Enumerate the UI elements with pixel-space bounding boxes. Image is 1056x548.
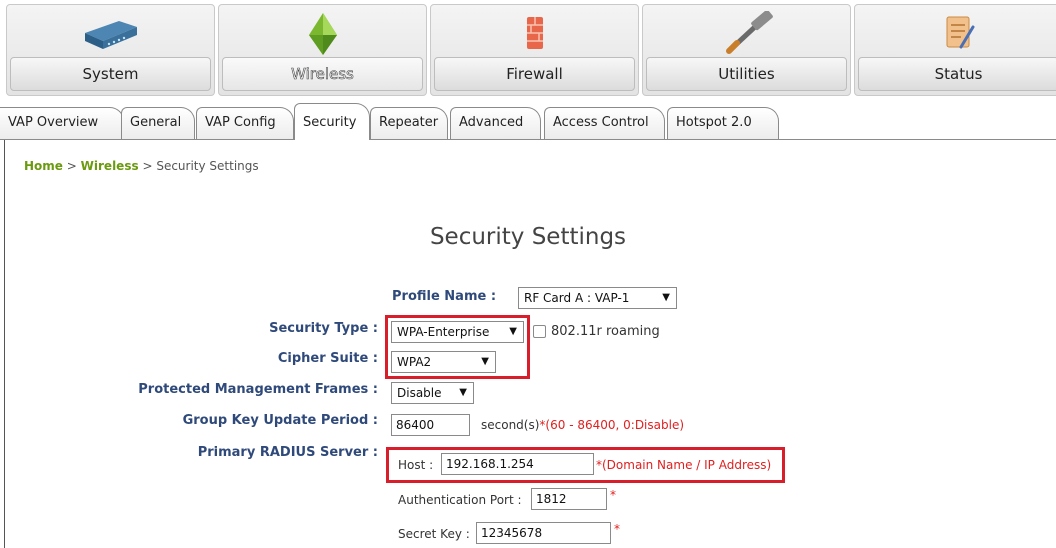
pmf-label: Protected Management Frames : [138,382,378,397]
secret-key-input[interactable]: 12345678 [476,522,611,544]
breadcrumb: Home > Wireless > Security Settings [24,159,259,173]
auth-port-label: Authentication Port : [398,493,522,507]
sub-tab-bar: VAP Overview General VAP Config Security… [0,101,1056,141]
nav-status[interactable]: Status [854,4,1056,96]
nav-utilities[interactable]: Utilities [642,4,851,96]
tab-vap-config[interactable]: VAP Config [196,107,294,139]
roaming-label: 802.11r roaming [551,324,660,339]
nav-firewall-label: Firewall [434,57,635,91]
highlight-box-security [385,315,530,379]
dropdown-arrow-icon: ▼ [459,387,467,398]
tab-vap-overview[interactable]: VAP Overview [0,107,124,139]
cipher-suite-label: Cipher Suite : [277,351,378,366]
profile-name-value: RF Card A : VAP-1 [524,291,630,305]
roaming-checkbox[interactable] [533,325,546,338]
page-title: Security Settings [429,224,627,250]
secret-key-label: Secret Key : [398,527,470,541]
profile-name-label: Profile Name : [392,289,497,304]
tab-repeater[interactable]: Repeater [370,107,448,139]
tab-hotspot[interactable]: Hotspot 2.0 [667,107,779,139]
tab-general[interactable]: General [121,107,195,139]
breadcrumb-home[interactable]: Home [24,159,63,173]
breadcrumb-separator: > [66,159,77,173]
gkup-unit: second(s) [481,418,540,432]
tab-access-control[interactable]: Access Control [544,107,665,139]
tab-baseline [0,139,1056,140]
auth-port-input[interactable]: 1812 [531,488,607,510]
router-icon [84,21,137,49]
radius-label: Primary RADIUS Server : [197,445,378,460]
pmf-value: Disable [397,386,442,400]
tab-security[interactable]: Security [294,103,370,140]
gkup-label: Group Key Update Period : [182,413,378,428]
profile-name-select[interactable]: RF Card A : VAP-1 ▼ [518,287,677,309]
nav-wireless[interactable]: Wireless [218,4,427,96]
highlight-box-host [386,447,785,483]
gkup-input[interactable]: 86400 [391,414,470,436]
pmf-select[interactable]: Disable ▼ [391,382,474,404]
secret-key-required: * [614,522,620,536]
gkup-range: *(60 - 86400, 0:Disable) [539,418,685,432]
nav-system-label: System [10,57,211,91]
gkup-hint: second(s)*(60 - 86400, 0:Disable) [481,416,684,434]
nav-status-label: Status [858,57,1056,91]
auth-port-required: * [610,488,616,502]
notepad-icon [946,16,974,49]
breadcrumb-wireless[interactable]: Wireless [81,159,139,173]
firewall-icon [526,17,543,49]
breadcrumb-separator: > [142,159,153,173]
breadcrumb-current: Security Settings [156,159,259,173]
hammer-icon [725,11,773,54]
nav-firewall[interactable]: Firewall [430,4,639,96]
dropdown-arrow-icon: ▼ [662,292,670,303]
nav-system[interactable]: System [6,4,215,96]
nav-utilities-label: Utilities [646,57,847,91]
nav-wireless-label: Wireless [222,57,423,91]
content-left-border [4,140,5,548]
top-navigation: System Wireless Firewall Utilities Statu… [0,0,1056,98]
security-type-label: Security Type : [269,321,378,336]
wireless-icon [308,13,337,55]
tab-advanced[interactable]: Advanced [450,107,541,139]
